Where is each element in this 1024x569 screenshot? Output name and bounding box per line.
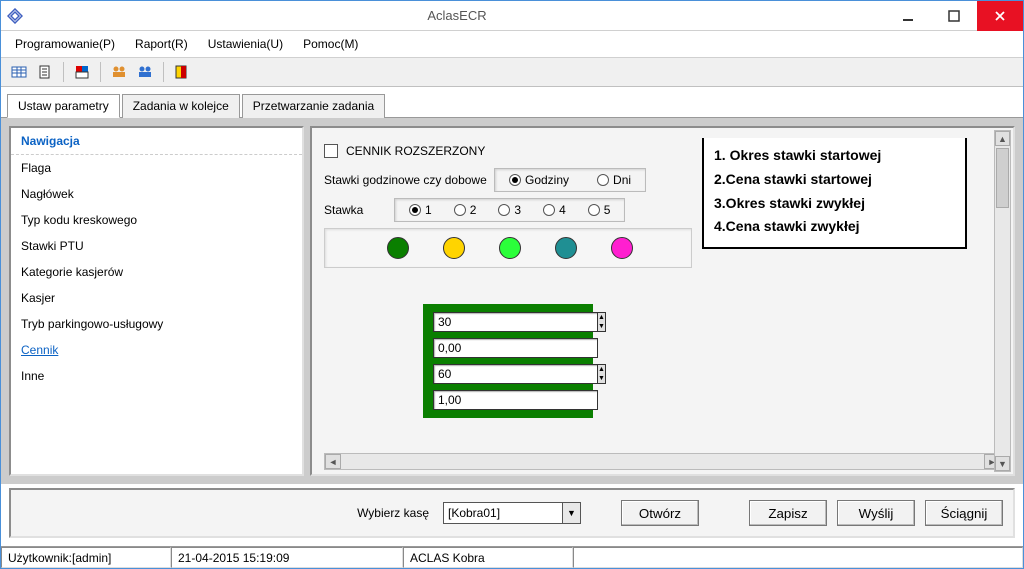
vertical-scrollbar[interactable]: ▲ ▼ xyxy=(994,130,1011,472)
toolbar-users1-icon[interactable] xyxy=(107,61,131,83)
pick-register-label: Wybierz kasę xyxy=(357,506,429,520)
radio-godziny[interactable]: Godziny xyxy=(509,173,569,187)
checkbox-cennik-rozszerzony[interactable] xyxy=(324,144,338,158)
radio-stawka-5[interactable]: 5 xyxy=(588,203,611,217)
dropdown-icon[interactable]: ▼ xyxy=(563,502,581,524)
nav-inne[interactable]: Inne xyxy=(11,363,302,389)
legend-line-4: 4.Cena stawki zwykłej xyxy=(714,215,955,239)
close-button[interactable] xyxy=(977,1,1023,31)
color-circle-1 xyxy=(387,237,409,259)
download-button[interactable]: Ściągnij xyxy=(925,500,1003,526)
status-datetime: 21-04-2015 15:19:09 xyxy=(171,547,403,568)
maximize-button[interactable] xyxy=(931,1,977,31)
radio-stawka-4[interactable]: 4 xyxy=(543,203,566,217)
field-cena-zwykla[interactable] xyxy=(433,390,598,410)
titlebar: AclasECR xyxy=(1,1,1023,31)
nav-kasjer[interactable]: Kasjer xyxy=(11,285,302,311)
radio-stawka-2[interactable]: 2 xyxy=(454,203,477,217)
nav-naglowek[interactable]: Nagłówek xyxy=(11,181,302,207)
radio-dni[interactable]: Dni xyxy=(597,173,631,187)
register-select-input[interactable] xyxy=(443,502,563,524)
menu-raport[interactable]: Raport(R) xyxy=(127,33,196,55)
rate-fields-panel: ▲▼ ▲▼ xyxy=(423,304,593,418)
nav-header: Nawigacja xyxy=(11,128,302,155)
minimize-button[interactable] xyxy=(885,1,931,31)
spinner-okres-start[interactable]: ▲▼ xyxy=(598,312,606,332)
work-area: Nawigacja Flaga Nagłówek Typ kodu kresko… xyxy=(1,118,1023,484)
tab-bar: Ustaw parametry Zadania w kolejce Przetw… xyxy=(1,87,1023,118)
nav-typ-kodu[interactable]: Typ kodu kreskowego xyxy=(11,207,302,233)
radio-dot-icon xyxy=(409,204,421,216)
legend-column: 1. Okres stawki startowej 2.Cena stawki … xyxy=(702,138,967,449)
nav-tryb-parkingowy[interactable]: Tryb parkingowo-usługowy xyxy=(11,311,302,337)
nav-stawki-ptu[interactable]: Stawki PTU xyxy=(11,233,302,259)
radio-dot-icon xyxy=(588,204,600,216)
radio-dot-icon xyxy=(454,204,466,216)
menu-pomoc[interactable]: Pomoc(M) xyxy=(295,33,366,55)
legend-line-2: 2.Cena stawki startowej xyxy=(714,168,955,192)
scroll-thumb[interactable] xyxy=(996,148,1009,208)
color-indicator-bar xyxy=(324,228,692,268)
status-user: Użytkownik:[admin] xyxy=(1,547,171,568)
bottom-bar: Wybierz kasę ▼ Otwórz Zapisz Wyślij Ścią… xyxy=(9,488,1015,538)
hours-daily-group: Godziny Dni xyxy=(494,168,646,192)
hours-daily-label: Stawki godzinowe czy dobowe xyxy=(324,173,494,187)
radio-stawka-3[interactable]: 3 xyxy=(498,203,521,217)
color-circle-3 xyxy=(499,237,521,259)
scroll-up-icon[interactable]: ▲ xyxy=(995,131,1010,146)
app-icon xyxy=(7,8,23,24)
toolbar-users2-icon[interactable] xyxy=(133,61,157,83)
toolbar-exit-icon[interactable] xyxy=(170,61,194,83)
navigation-panel: Nawigacja Flaga Nagłówek Typ kodu kresko… xyxy=(9,126,304,476)
tab-ustaw-parametry[interactable]: Ustaw parametry xyxy=(7,94,120,118)
scroll-down-icon[interactable]: ▼ xyxy=(995,456,1010,471)
tab-przetwarzanie[interactable]: Przetwarzanie zadania xyxy=(242,94,385,118)
legend-line-1: 1. Okres stawki startowej xyxy=(714,144,955,168)
status-bar: Użytkownik:[admin] 21-04-2015 15:19:09 A… xyxy=(1,546,1023,568)
app-window: AclasECR Programowanie(P) Raport(R) Usta… xyxy=(0,0,1024,569)
field-cena-start[interactable] xyxy=(433,338,598,358)
nav-cennik[interactable]: Cennik xyxy=(11,337,302,363)
radio-dot-icon xyxy=(597,174,609,186)
scroll-left-icon[interactable]: ◄ xyxy=(325,454,341,469)
main-panel: CENNIK ROZSZERZONY Stawki godzinowe czy … xyxy=(310,126,1015,476)
status-device: ACLAS Kobra xyxy=(403,547,573,568)
nav-flaga[interactable]: Flaga xyxy=(11,155,302,181)
stawka-label: Stawka xyxy=(324,203,394,217)
radio-stawka-1[interactable]: 1 xyxy=(409,203,432,217)
menu-programowanie[interactable]: Programowanie(P) xyxy=(7,33,123,55)
legend-box: 1. Okres stawki startowej 2.Cena stawki … xyxy=(702,138,967,249)
horizontal-scrollbar[interactable]: ◄ ► xyxy=(324,453,1001,470)
radio-dot-icon xyxy=(509,174,521,186)
field-okres-start[interactable] xyxy=(433,312,598,332)
menubar: Programowanie(P) Raport(R) Ustawienia(U)… xyxy=(1,31,1023,58)
color-circle-4 xyxy=(555,237,577,259)
toolbar-doc-icon[interactable] xyxy=(33,61,57,83)
menu-ustawienia[interactable]: Ustawienia(U) xyxy=(200,33,291,55)
legend-line-3: 3.Okres stawki zwykłej xyxy=(714,192,955,216)
tab-zadania-kolejce[interactable]: Zadania w kolejce xyxy=(122,94,240,118)
save-button[interactable]: Zapisz xyxy=(749,500,827,526)
send-button[interactable]: Wyślij xyxy=(837,500,915,526)
spinner-okres-zwykla[interactable]: ▲▼ xyxy=(598,364,606,384)
window-title: AclasECR xyxy=(29,8,885,23)
toolbar xyxy=(1,58,1023,87)
form-column: CENNIK ROZSZERZONY Stawki godzinowe czy … xyxy=(324,138,692,449)
color-circle-2 xyxy=(443,237,465,259)
open-button[interactable]: Otwórz xyxy=(621,500,699,526)
status-empty xyxy=(573,547,1023,568)
field-okres-zwykla[interactable] xyxy=(433,364,598,384)
stawka-group: 1 2 3 4 5 xyxy=(394,198,625,222)
register-select[interactable]: ▼ xyxy=(443,502,581,524)
checkbox-label: CENNIK ROZSZERZONY xyxy=(346,144,485,158)
toolbar-flag-icon[interactable] xyxy=(70,61,94,83)
radio-dot-icon xyxy=(498,204,510,216)
color-circle-5 xyxy=(611,237,633,259)
toolbar-grid-icon[interactable] xyxy=(7,61,31,83)
radio-dot-icon xyxy=(543,204,555,216)
nav-kategorie-kasjerow[interactable]: Kategorie kasjerów xyxy=(11,259,302,285)
